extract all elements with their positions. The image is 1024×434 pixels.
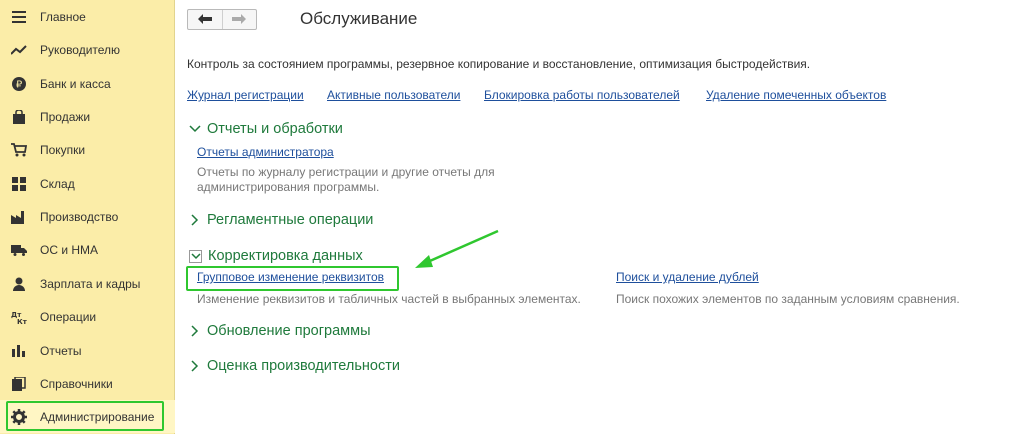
chevron-right-icon [189,325,201,337]
section-reports-header[interactable]: Отчеты и обработки [189,121,343,137]
sidebar-item-bank[interactable]: ₽ Банк и касса [0,67,175,100]
books-icon [11,376,27,392]
sidebar-item-sales[interactable]: Продажи [0,100,175,133]
svg-text:₽: ₽ [16,79,23,90]
section-update-header[interactable]: Обновление программы [189,323,371,339]
chevron-right-icon [189,360,201,372]
warehouse-icon [11,176,27,192]
arrow-left-icon [197,11,212,29]
menu-icon [11,9,27,25]
cart-icon [11,142,27,158]
section-title: Обновление программы [207,323,371,339]
sidebar-item-reports[interactable]: Отчеты [0,334,175,367]
history-nav [187,9,257,30]
forward-button[interactable] [221,10,257,29]
section-reports-description: Отчеты по журналу регистрации и другие о… [197,165,495,195]
highlight-frame [6,401,164,431]
shopping-bag-icon [11,109,27,125]
sidebar-item-salary[interactable]: Зарплата и кадры [0,267,175,300]
sidebar-item-label: Продажи [40,109,91,124]
link-delete-marked[interactable]: Удаление помеченных объектов [706,88,886,102]
sidebar-item-main[interactable]: Главное [0,0,175,33]
link-user-lock[interactable]: Блокировка работы пользователей [484,88,680,102]
sidebar-item-operations[interactable]: Дт Кт Операции [0,300,175,333]
arrow-right-icon [232,11,247,29]
sidebar-item-purchases[interactable]: Покупки [0,133,175,166]
link-event-log[interactable]: Журнал регистрации [187,88,304,102]
chevron-right-icon [189,214,201,226]
section-correction-header[interactable]: Корректировка данных [189,248,363,264]
sidebar-item-label: Производство [40,209,119,224]
description-line: Отчеты по журналу регистрации и другие о… [197,165,495,179]
section-performance-header[interactable]: Оценка производительности [189,358,400,374]
annotation-arrow [415,229,499,268]
sidebar-item-label: Справочники [40,376,113,391]
section-title: Корректировка данных [208,248,363,264]
factory-icon [11,209,27,225]
sidebar-item-label: Главное [40,9,86,24]
chevron-down-icon [189,123,201,135]
sidebar-item-assets[interactable]: ОС и НМА [0,233,175,266]
sidebar-item-manager[interactable]: Руководителю [0,33,175,66]
section-title: Регламентные операции [207,212,374,228]
sidebar-item-warehouse[interactable]: Склад [0,167,175,200]
chevron-down-icon [189,249,202,263]
sidebar-item-label: Зарплата и кадры [40,276,141,291]
truck-icon [11,242,27,258]
section-title: Отчеты и обработки [207,121,343,137]
sidebar-item-label: Склад [40,176,75,191]
sidebar-item-label: Покупки [40,142,86,157]
sidebar-item-label: Руководителю [40,42,121,57]
bar-chart-icon [11,343,27,359]
ruble-coin-icon: ₽ [11,76,27,92]
sidebar-item-label: Операции [40,309,97,324]
trend-chart-icon [11,42,27,58]
section-routine-header[interactable]: Регламентные операции [189,212,373,228]
sidebar-item-label: ОС и НМА [40,242,99,257]
sidebar: Главное Руководителю ₽ Банк и касса Прод… [0,0,175,434]
highlight-frame [186,266,399,291]
page-title: Обслуживание [300,9,418,28]
group-change-description: Изменение реквизитов и табличных частей … [197,292,581,306]
description-line: администрирования программы. [197,180,380,194]
link-find-duplicates[interactable]: Поиск и удаление дублей [616,270,759,284]
svg-text:Кт: Кт [17,318,27,324]
find-duplicates-description: Поиск похожих элементов по заданным усло… [616,292,960,306]
sidebar-item-label: Банк и касса [40,76,111,91]
link-active-users[interactable]: Активные пользователи [327,88,460,102]
page-description: Контроль за состоянием программы, резерв… [187,57,811,71]
sidebar-item-label: Отчеты [40,343,82,358]
link-admin-reports[interactable]: Отчеты администратора [197,145,334,159]
sidebar-item-references[interactable]: Справочники [0,367,175,400]
back-button[interactable] [188,10,222,29]
person-icon [11,276,27,292]
sidebar-item-production[interactable]: Производство [0,200,175,233]
accounting-entry-icon: Дт Кт [11,309,27,325]
section-title: Оценка производительности [207,358,400,374]
